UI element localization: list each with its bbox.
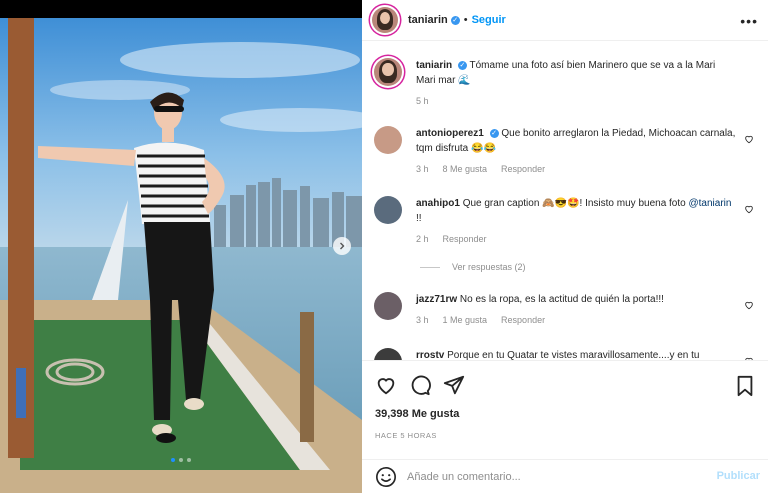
avatar[interactable] <box>374 126 402 154</box>
avatar[interactable] <box>374 196 402 224</box>
emoji-icon[interactable] <box>375 466 397 488</box>
view-replies-label[interactable]: Ver respuestas (2) <box>452 262 526 272</box>
comment-time: 3 h <box>416 164 429 174</box>
share-icon[interactable] <box>443 374 465 396</box>
next-slide-button[interactable] <box>333 237 351 255</box>
comments-list[interactable]: taniarin ✓ Tómame una foto así bien Mari… <box>362 42 768 360</box>
comment-composer: Publicar <box>362 459 768 493</box>
heart-icon[interactable] <box>744 300 754 310</box>
comment-text: Que gran caption 🙈😎🤩! Insisto muy buena … <box>462 198 686 209</box>
verified-badge-icon: ✓ <box>450 15 460 25</box>
verified-badge-icon: ✓ <box>489 128 499 138</box>
comment-likes[interactable]: 8 Me gusta <box>443 162 488 177</box>
comment-text-suffix: !! <box>416 213 422 224</box>
comment-username[interactable]: anahipo1 <box>416 198 460 209</box>
view-replies-button[interactable]: Ver respuestas (2) <box>420 262 526 272</box>
comment-text: No es la ropa, es la actitud de quién la… <box>459 294 664 305</box>
reply-button[interactable]: Responder <box>443 232 487 247</box>
comment-likes[interactable]: 1 Me gusta <box>443 313 488 328</box>
post-photo <box>0 0 362 493</box>
chevron-right-icon <box>340 242 345 250</box>
caption-time: 5 h <box>416 96 429 106</box>
comment-text: Porque en tu Quatar te vistes maravillos… <box>447 350 700 360</box>
author-username[interactable]: taniarin <box>408 14 448 26</box>
carousel-dot <box>179 458 183 462</box>
caption-username[interactable]: taniarin <box>416 60 452 71</box>
comment-input[interactable] <box>407 470 697 483</box>
post-header: taniarin ✓ • Seguir ••• <box>362 0 768 41</box>
comment-time: 2 h <box>416 234 429 244</box>
carousel-dots <box>0 458 362 462</box>
avatar[interactable] <box>374 292 402 320</box>
comment-username[interactable]: jazz71rw <box>416 294 457 305</box>
carousel-dot <box>187 458 191 462</box>
replies-line <box>420 266 440 268</box>
avatar[interactable] <box>374 58 402 86</box>
reply-button[interactable]: Responder <box>501 313 545 328</box>
comment-username[interactable]: rrostv <box>416 350 444 360</box>
heart-icon[interactable] <box>744 204 754 214</box>
carousel-dot <box>171 458 175 462</box>
avatar[interactable] <box>374 348 402 360</box>
separator-dot: • <box>463 14 468 26</box>
follow-button[interactable]: Seguir <box>472 14 506 26</box>
mention-link[interactable]: @taniarin <box>689 198 732 209</box>
heart-icon[interactable] <box>375 374 397 396</box>
post-actions <box>362 360 768 408</box>
verified-badge-icon: ✓ <box>457 60 467 70</box>
like-count[interactable]: 39,398 Me gusta <box>375 408 459 420</box>
post-side-panel: taniarin ✓ • Seguir ••• taniarin ✓ Tómam… <box>362 0 768 493</box>
photo-image <box>0 0 362 493</box>
more-options-icon[interactable]: ••• <box>740 13 758 29</box>
bookmark-icon[interactable] <box>734 375 756 397</box>
post-timestamp: HACE 5 HORAS <box>375 431 437 440</box>
comment-icon[interactable] <box>409 374 431 396</box>
comment-username[interactable]: antonioperez1 <box>416 128 484 139</box>
comment-time: 3 h <box>416 315 429 325</box>
reply-button[interactable]: Responder <box>501 162 545 177</box>
publish-button[interactable]: Publicar <box>717 470 760 482</box>
heart-icon[interactable] <box>744 134 754 144</box>
avatar[interactable] <box>372 7 398 33</box>
